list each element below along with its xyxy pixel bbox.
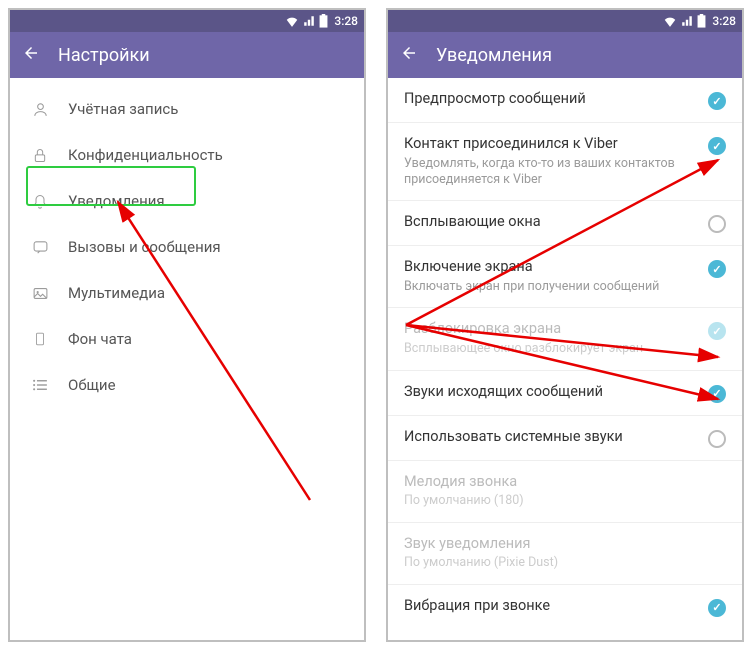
notification-subtitle: По умолчанию (Pixie Dust)	[404, 555, 726, 571]
notification-title: Включение экрана	[404, 258, 698, 277]
notification-title: Звук уведомления	[404, 535, 726, 554]
toggle-check[interactable]	[708, 92, 726, 110]
status-time: 3:28	[334, 14, 358, 28]
notification-item: Мелодия звонкаПо умолчанию (180)	[388, 460, 742, 522]
signal-icon	[303, 15, 315, 27]
notification-item[interactable]: Включение экрана Включать экран при получ…	[388, 245, 742, 307]
settings-label: Мультимедиа	[68, 284, 165, 302]
notification-title: Разблокировка экрана	[404, 320, 698, 339]
status-time: 3:28	[712, 14, 736, 28]
notifications-screen: 3:28 Уведомления Предпросмотр сообщений К…	[386, 8, 744, 642]
wifi-icon	[663, 15, 677, 27]
signal-icon	[681, 15, 693, 27]
wifi-icon	[285, 15, 299, 27]
status-bar: 3:28	[10, 10, 364, 32]
settings-label: Уведомления	[68, 192, 165, 210]
notification-item[interactable]: Звуки исходящих сообщений	[388, 370, 742, 415]
app-bar-title: Настройки	[58, 45, 150, 66]
settings-list: Учётная запись Конфиденциальность Уведом…	[10, 78, 364, 416]
chat-icon	[30, 239, 50, 256]
toggle-check[interactable]	[708, 385, 726, 403]
notification-title: Контакт присоединился к Viber	[404, 135, 698, 154]
app-bar: Настройки	[10, 32, 364, 78]
lock-icon	[30, 147, 50, 164]
settings-item-media[interactable]: Мультимедиа	[10, 270, 364, 316]
notification-title: Мелодия звонка	[404, 473, 726, 492]
notification-item[interactable]: Предпросмотр сообщений	[388, 78, 742, 122]
user-icon	[30, 101, 50, 118]
notification-title: Предпросмотр сообщений	[404, 90, 698, 109]
app-bar: Уведомления	[388, 32, 742, 78]
notification-item: Разблокировка экрана Всплывающее окно раз…	[388, 307, 742, 369]
notification-subtitle: Уведомлять, когда кто-то из ваших контак…	[404, 156, 698, 189]
settings-item-background[interactable]: Фон чата	[10, 316, 364, 362]
toggle-check[interactable]	[708, 215, 726, 233]
notification-item[interactable]: Всплывающие окна	[388, 200, 742, 245]
toggle-check[interactable]	[708, 430, 726, 448]
app-bar-title: Уведомления	[436, 45, 552, 66]
list-icon	[30, 378, 50, 392]
notification-item: Звук уведомленияПо умолчанию (Pixie Dust…	[388, 522, 742, 584]
settings-label: Конфиденциальность	[68, 146, 223, 164]
settings-label: Вызовы и сообщения	[68, 238, 221, 256]
notification-title: Вибрация при звонке	[404, 597, 698, 616]
settings-item-privacy[interactable]: Конфиденциальность	[10, 132, 364, 178]
notification-title: Использовать системные звуки	[404, 428, 698, 447]
notification-title: Звуки исходящих сообщений	[404, 383, 698, 402]
settings-label: Учётная запись	[68, 100, 178, 118]
notification-item[interactable]: Вибрация при звонке	[388, 584, 742, 629]
notification-title: Всплывающие окна	[404, 213, 698, 232]
notification-item[interactable]: Использовать системные звуки	[388, 415, 742, 460]
settings-item-general[interactable]: Общие	[10, 362, 364, 408]
toggle-check	[708, 322, 726, 340]
back-icon[interactable]	[22, 44, 40, 66]
toggle-check[interactable]	[708, 599, 726, 617]
notification-subtitle: По умолчанию (180)	[404, 493, 726, 509]
notification-subtitle: Всплывающее окно разблокирует экран	[404, 341, 698, 357]
battery-icon	[319, 14, 328, 28]
back-icon[interactable]	[400, 44, 418, 66]
bell-icon	[30, 193, 50, 210]
settings-label: Фон чата	[68, 330, 132, 348]
settings-item-calls[interactable]: Вызовы и сообщения	[10, 224, 364, 270]
notification-list[interactable]: Предпросмотр сообщений Контакт присоедини…	[388, 78, 742, 640]
status-bar: 3:28	[388, 10, 742, 32]
media-icon	[30, 285, 50, 302]
phone-bg-icon	[30, 330, 50, 348]
settings-label: Общие	[68, 376, 116, 394]
notification-item[interactable]: Контакт присоединился к Viber Уведомлять,…	[388, 122, 742, 200]
settings-item-notifications[interactable]: Уведомления	[10, 178, 364, 224]
notification-subtitle: Включать экран при получении сообщений	[404, 279, 698, 295]
toggle-check[interactable]	[708, 260, 726, 278]
toggle-check[interactable]	[708, 137, 726, 155]
settings-screen: 3:28 Настройки Учётная запись Конфиденци…	[8, 8, 366, 642]
settings-item-account[interactable]: Учётная запись	[10, 86, 364, 132]
battery-icon	[697, 14, 706, 28]
